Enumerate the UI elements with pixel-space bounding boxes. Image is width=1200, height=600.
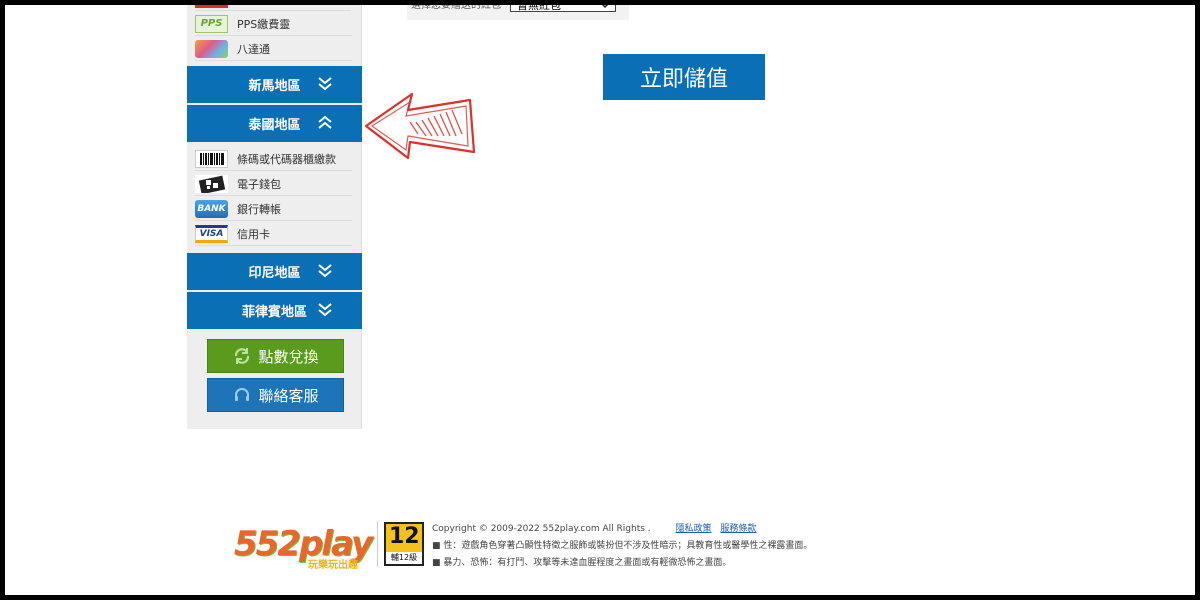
- region-label: 印尼地區: [248, 266, 301, 281]
- age-rating-label: 輔12級: [386, 552, 422, 564]
- rating-description-2: ■ 暴力、恐怖：有打鬥、攻擊等未達血腥程度之畫面或有輕微恐怖之畫面。: [432, 558, 732, 568]
- copyright-text: Copyright © 2009-2022 552play.com All Ri…: [432, 524, 651, 534]
- bank-icon: BANK: [195, 199, 228, 218]
- age-rating-badge: 12 輔12級: [384, 522, 424, 566]
- annotation-arrow-icon: [364, 92, 476, 160]
- payment-method-label: 八達通: [237, 42, 270, 56]
- payment-method-label: PPS繳費靈: [237, 17, 291, 31]
- region-label: 泰國地區: [248, 118, 301, 133]
- contact-support-label: 聯絡客服: [258, 386, 319, 405]
- chevron-down-icon: [600, 2, 610, 9]
- contact-support-button[interactable]: 聯絡客服: [207, 378, 344, 412]
- gift-select[interactable]: 暫無紅包: [510, 0, 616, 12]
- payment-method-pps[interactable]: PPS PPS繳費靈: [187, 11, 362, 36]
- chevron-down-icon: [318, 303, 332, 317]
- qr-wallet-icon: [195, 174, 228, 193]
- payment-method-label: 條碼或代碼器櫃繳款: [237, 152, 336, 166]
- payment-sidebar: PPS PPS繳費靈 八達通 新馬地區 泰國地區 條碼或代碼器櫃繳款 電子錢包 …: [187, 5, 362, 429]
- terms-of-service-link[interactable]: 服務條款: [720, 524, 756, 534]
- chevron-down-icon: [318, 264, 332, 278]
- footer-divider: [377, 521, 378, 567]
- footer-copyright-line: Copyright © 2009-2022 552play.com All Ri…: [432, 521, 756, 534]
- barcode-icon: [195, 149, 228, 168]
- payment-method-label: 電子錢包: [237, 177, 281, 191]
- region-thailand-toggle[interactable]: 泰國地區: [187, 105, 362, 142]
- region-indonesia-toggle[interactable]: 印尼地區: [187, 253, 362, 290]
- age-rating-number: 12: [389, 524, 420, 549]
- headset-icon: [235, 388, 250, 401]
- gift-select-value: 暫無紅包: [517, 0, 561, 12]
- payment-method-label: 銀行轉帳: [237, 202, 281, 216]
- chevron-up-icon: [318, 115, 332, 129]
- payment-method-label: 信用卡: [237, 227, 270, 241]
- payment-method-credit-card[interactable]: VISA 信用卡: [187, 221, 362, 246]
- visa-icon: VISA: [195, 224, 228, 243]
- octopus-card-icon: [195, 39, 228, 58]
- cut-off-icon: [195, 5, 228, 8]
- gift-select-label: 選擇您要贈送的紅包: [411, 0, 501, 11]
- payment-method-ewallet[interactable]: 電子錢包: [187, 171, 362, 196]
- payment-method-bank[interactable]: BANK 銀行轉帳: [187, 196, 362, 221]
- pps-icon: PPS: [195, 14, 228, 33]
- payment-method-octopus[interactable]: 八達通: [187, 36, 362, 61]
- deposit-now-button[interactable]: 立即儲值: [603, 54, 765, 100]
- refresh-icon: [235, 348, 250, 364]
- deposit-now-label: 立即儲值: [639, 67, 728, 92]
- payment-method-barcode[interactable]: 條碼或代碼器櫃繳款: [187, 146, 362, 171]
- rating-description-1: ■ 性：遊戲角色穿著凸顯性特徵之服飾或裝扮但不涉及性暗示；具教育性或醫學性之裸露…: [432, 541, 813, 551]
- chevron-down-icon: [318, 77, 332, 91]
- gift-select-bar: 選擇您要贈送的紅包 暫無紅包: [407, 0, 629, 20]
- privacy-policy-link[interactable]: 隱私政策: [676, 524, 712, 534]
- points-exchange-button[interactable]: 點數兌換: [207, 339, 344, 373]
- region-label: 新馬地區: [248, 79, 301, 94]
- region-sea-toggle[interactable]: 新馬地區: [187, 66, 362, 103]
- region-philippines-toggle[interactable]: 菲律賓地區: [187, 292, 362, 329]
- points-exchange-label: 點數兌換: [258, 347, 319, 366]
- logo-tagline: 玩樂玩出趣: [308, 560, 358, 571]
- region-label: 菲律賓地區: [241, 305, 307, 320]
- site-logo: 552play 玩樂玩出趣: [234, 520, 373, 571]
